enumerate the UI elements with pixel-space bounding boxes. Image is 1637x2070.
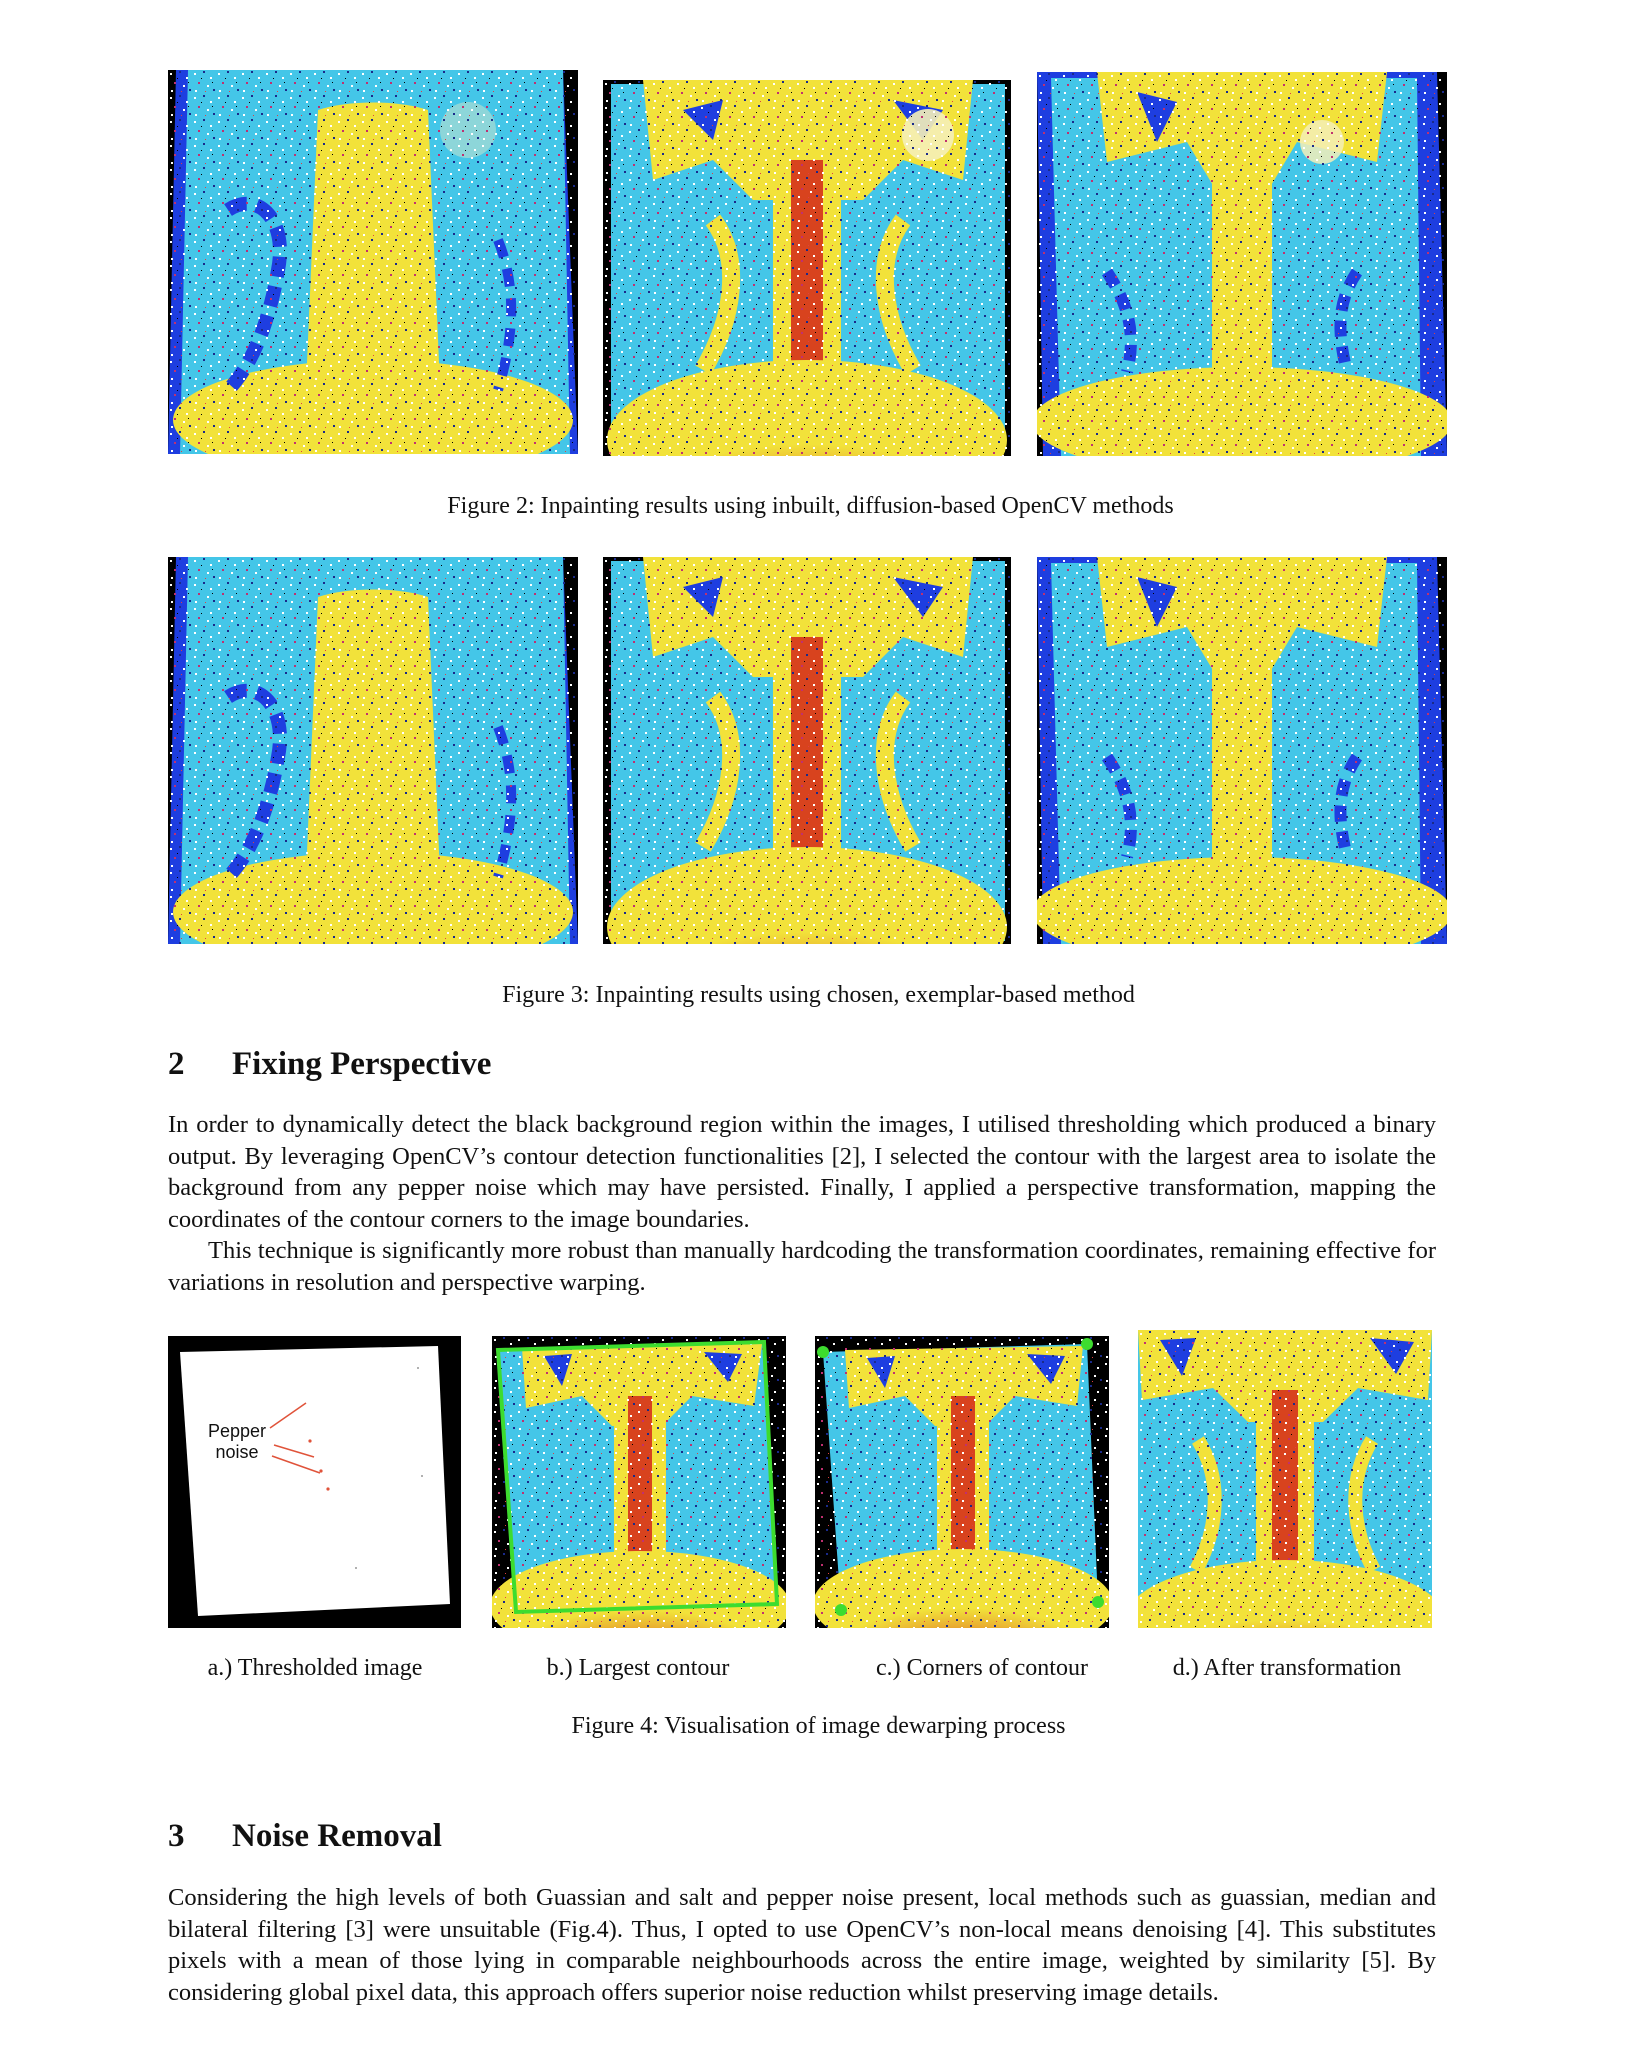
figure2-image-2: [603, 80, 1011, 456]
corner-marker-bottom-right: [1092, 1596, 1104, 1608]
subcaption-b: b.) Largest contour: [546, 1655, 730, 1681]
subcaption-c: c.) Corners of contour: [876, 1655, 1088, 1681]
subcaption-a: a.) Thresholded image: [207, 1655, 423, 1681]
figure3-image-3: [1037, 557, 1447, 944]
arrow-line-2: [273, 1444, 315, 1458]
corner-marker-top-left: [817, 1346, 829, 1358]
figure3-image-2: [603, 557, 1011, 944]
figure3-caption: Figure 3: Inpainting results using chose…: [502, 982, 1135, 1008]
section-2-heading: 2 Fixing Perspective: [168, 1046, 491, 1083]
corner-marker-top-right: [1081, 1338, 1093, 1350]
section-2-title: Fixing Perspective: [232, 1046, 492, 1082]
figure4-transformed-image: [1138, 1330, 1432, 1628]
figure2-image-1: [168, 70, 578, 454]
section-3-body: Considering the high levels of both Guas…: [168, 1882, 1436, 2008]
figure3-image-1: [168, 557, 578, 944]
subcaption-d: d.) After transformation: [1172, 1655, 1402, 1681]
figure2-image-3: [1037, 72, 1447, 456]
section-3-heading: 3 Noise Removal: [168, 1818, 442, 1855]
arrow-line-1: [269, 1402, 307, 1429]
corner-marker-bottom-left: [835, 1604, 847, 1616]
arrow-line-3: [271, 1455, 321, 1474]
figure4-corners-image: [815, 1336, 1109, 1628]
section-2-number: 2: [168, 1046, 185, 1082]
figure4-caption: Figure 4: Visualisation of image dewarpi…: [571, 1713, 1066, 1739]
section-2-paragraph-2: This technique is significantly more rob…: [168, 1237, 1436, 1296]
section-3-paragraph-1: Considering the high levels of both Guas…: [168, 1884, 1436, 2006]
section-2-paragraph-1: In order to dynamically detect the black…: [168, 1111, 1436, 1233]
figure2-caption: Figure 2: Inpainting results using inbui…: [447, 493, 1174, 519]
section-3-number: 3: [168, 1818, 185, 1854]
pepper-noise-arrows: [269, 1402, 321, 1474]
section-2-body: In order to dynamically detect the black…: [168, 1109, 1436, 1298]
figure4-largest-contour-image: [492, 1336, 786, 1628]
section-3-title: Noise Removal: [232, 1818, 442, 1854]
